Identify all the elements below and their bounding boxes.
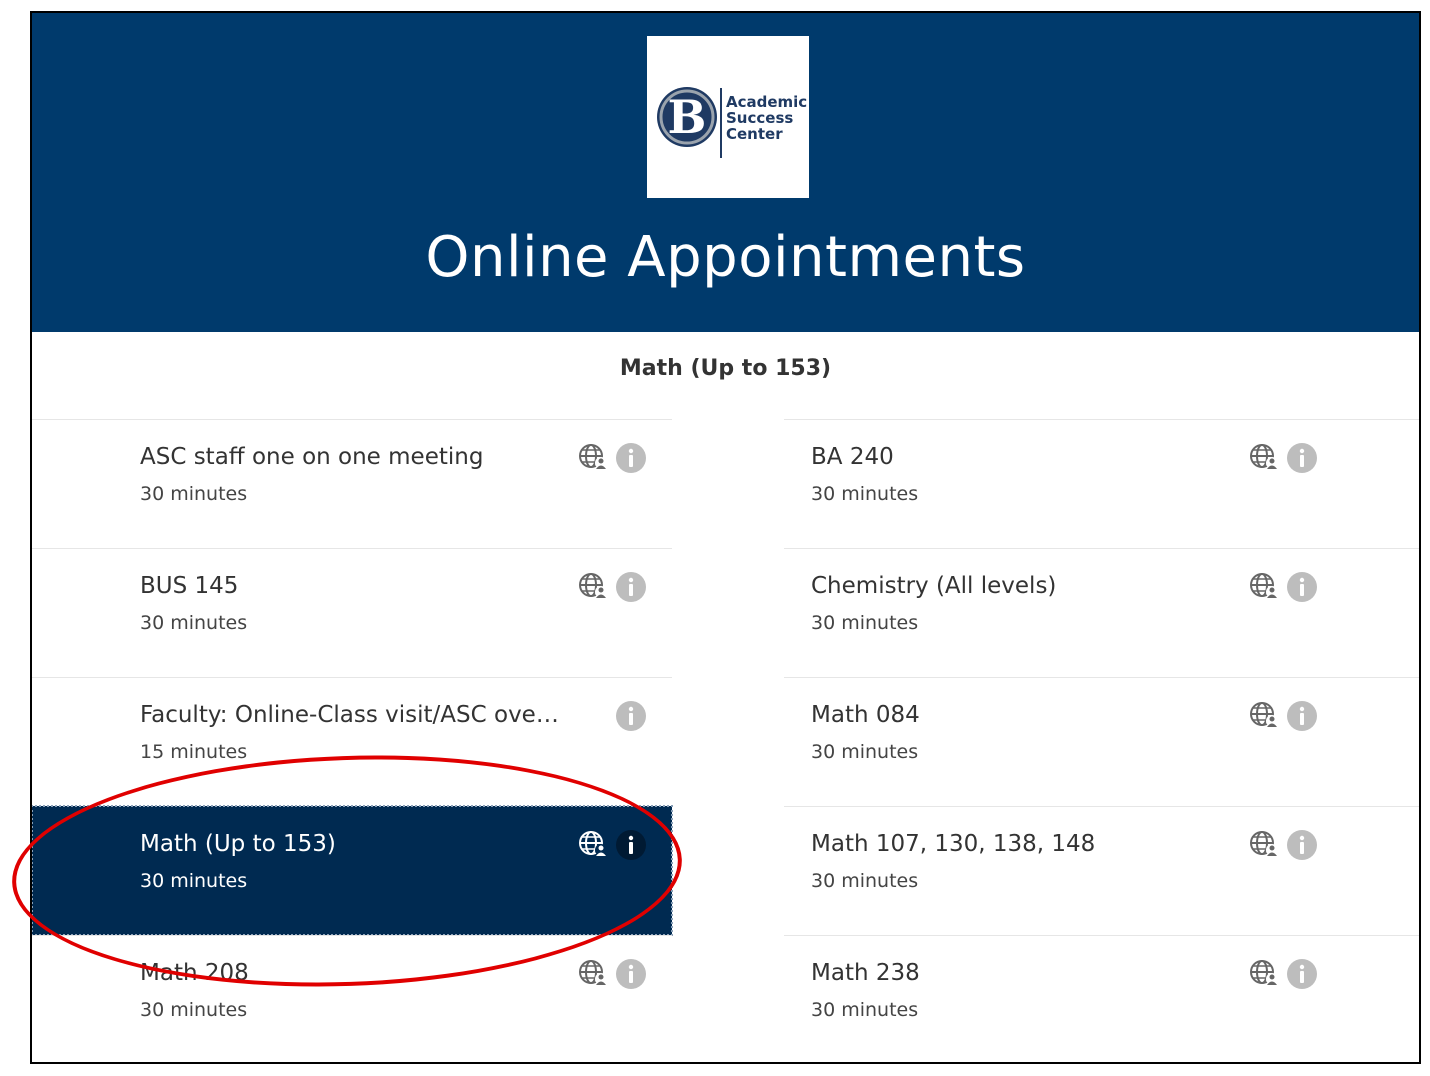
service-item[interactable]: BUS 145 30 minutes bbox=[32, 548, 672, 677]
service-item[interactable]: ASC staff one on one meeting 30 minutes bbox=[32, 419, 672, 548]
service-duration: 15 minutes bbox=[140, 741, 248, 763]
service-name: BA 240 bbox=[811, 444, 894, 470]
service-item[interactable]: Math 084 30 minutes bbox=[784, 677, 1419, 806]
info-icon[interactable] bbox=[1286, 442, 1318, 474]
globe-person-icon bbox=[577, 442, 609, 474]
globe-person-icon bbox=[1248, 700, 1280, 732]
globe-person-icon bbox=[1248, 442, 1280, 474]
service-duration: 30 minutes bbox=[811, 870, 919, 892]
info-icon[interactable] bbox=[615, 442, 647, 474]
info-icon[interactable] bbox=[615, 958, 647, 990]
info-icon[interactable] bbox=[1286, 829, 1318, 861]
globe-person-icon bbox=[1248, 571, 1280, 603]
svg-text:Center: Center bbox=[726, 125, 783, 143]
service-icons bbox=[577, 442, 647, 474]
service-icons bbox=[1248, 571, 1318, 603]
globe-person-icon bbox=[577, 829, 609, 861]
service-name: Math 084 bbox=[811, 702, 920, 728]
service-name: Math 238 bbox=[811, 960, 920, 986]
info-icon[interactable] bbox=[1286, 958, 1318, 990]
service-icons bbox=[577, 958, 647, 990]
service-name: Faculty: Online-Class visit/ASC overvie.… bbox=[140, 702, 560, 728]
globe-person-icon bbox=[577, 571, 609, 603]
svg-text:B: B bbox=[668, 90, 707, 144]
service-name: BUS 145 bbox=[140, 573, 239, 599]
service-list-left: ASC staff one on one meeting 30 minutes BU… bbox=[32, 419, 673, 1062]
info-icon[interactable] bbox=[615, 571, 647, 603]
selected-service-heading: Math (Up to 153) bbox=[619, 356, 832, 381]
service-duration: 30 minutes bbox=[811, 612, 919, 634]
info-icon[interactable] bbox=[1286, 700, 1318, 732]
service-icons bbox=[1248, 829, 1318, 861]
service-item[interactable]: Chemistry (All levels) 30 minutes bbox=[784, 548, 1419, 677]
service-duration: 30 minutes bbox=[140, 870, 248, 892]
service-item[interactable]: Math 208 30 minutes bbox=[32, 935, 672, 1062]
service-item[interactable]: Math 238 30 minutes bbox=[784, 935, 1419, 1062]
service-duration: 30 minutes bbox=[140, 483, 248, 505]
service-icons bbox=[577, 571, 647, 603]
service-item[interactable]: Faculty: Online-Class visit/ASC overvie.… bbox=[32, 677, 672, 806]
service-name: Chemistry (All levels) bbox=[811, 573, 1057, 599]
service-duration: 30 minutes bbox=[140, 612, 248, 634]
page-title: Online Appointments bbox=[425, 225, 1026, 290]
service-duration: 30 minutes bbox=[811, 999, 919, 1021]
globe-person-icon bbox=[1248, 829, 1280, 861]
service-icons bbox=[1248, 958, 1318, 990]
service-item[interactable]: Math (Up to 153) 30 minutes bbox=[32, 805, 673, 936]
service-item[interactable]: Math 107, 130, 138, 148 30 minutes bbox=[784, 806, 1419, 935]
service-name: Math (Up to 153) bbox=[140, 831, 336, 857]
service-list-right: BA 240 30 minutes Chemistry (All levels) 30… bbox=[784, 419, 1419, 1062]
info-icon[interactable] bbox=[1286, 571, 1318, 603]
info-icon[interactable] bbox=[615, 700, 647, 732]
service-icons bbox=[1248, 700, 1318, 732]
service-name: ASC staff one on one meeting bbox=[140, 444, 484, 470]
service-icons bbox=[577, 829, 647, 861]
service-item[interactable]: BA 240 30 minutes bbox=[784, 419, 1419, 548]
booking-page: B Academic Success Center Online Appoint… bbox=[30, 11, 1421, 1064]
academic-success-center-logo: B Academic Success Center bbox=[647, 36, 809, 198]
info-icon[interactable] bbox=[615, 829, 647, 861]
service-icons bbox=[1248, 442, 1318, 474]
service-duration: 30 minutes bbox=[811, 741, 919, 763]
service-icons bbox=[615, 700, 647, 732]
header-banner: B Academic Success Center Online Appoint… bbox=[32, 13, 1419, 332]
service-duration: 30 minutes bbox=[140, 999, 248, 1021]
globe-person-icon bbox=[1248, 958, 1280, 990]
service-name: Math 208 bbox=[140, 960, 249, 986]
service-name: Math 107, 130, 138, 148 bbox=[811, 831, 1096, 857]
service-duration: 30 minutes bbox=[811, 483, 919, 505]
globe-person-icon bbox=[577, 958, 609, 990]
